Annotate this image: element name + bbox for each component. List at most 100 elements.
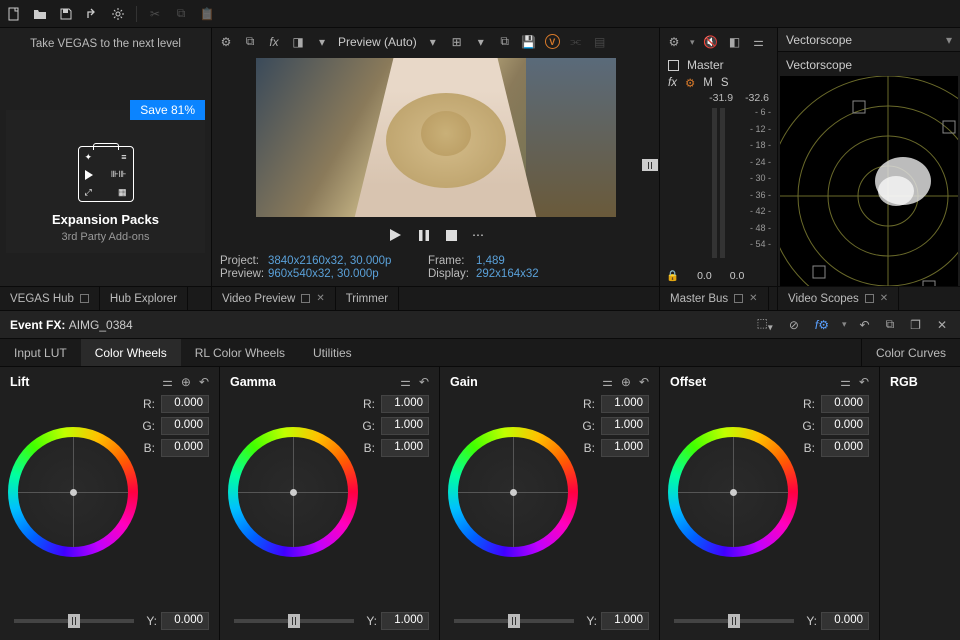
split-icon[interactable]: ◨ <box>290 34 306 50</box>
color-wheel[interactable] <box>668 427 798 557</box>
video-preview[interactable] <box>256 58 616 217</box>
target-icon[interactable]: ⊕ <box>181 375 191 389</box>
gear-icon[interactable] <box>110 6 126 22</box>
grid-icon[interactable]: ⊞ <box>449 34 465 50</box>
g-value[interactable]: 0.000 <box>161 417 209 435</box>
y-slider[interactable] <box>674 619 794 623</box>
fx-icon[interactable]: fx <box>668 77 677 89</box>
save-icon[interactable]: 💾 <box>521 34 537 50</box>
promo-card[interactable]: Save 81% ✦≡ ⊪⊪ ⤢▦ Expansion Packs 3rd Pa… <box>6 110 205 253</box>
r-value[interactable]: 1.000 <box>381 395 429 413</box>
tab-master-bus[interactable]: Master Bus✕ <box>660 287 769 310</box>
fx-blue-icon[interactable]: f⚙ <box>812 318 832 332</box>
tab-input-lut[interactable]: Input LUT <box>0 339 81 366</box>
scope-dropdown[interactable]: Vectorscope <box>786 33 852 47</box>
chevron-down-icon[interactable]: ▾ <box>946 33 952 47</box>
reset-icon[interactable]: ↶ <box>639 375 649 389</box>
tab-trimmer[interactable]: Trimmer <box>336 287 399 310</box>
solo-button[interactable]: S <box>721 77 729 89</box>
tab-color-wheels[interactable]: Color Wheels <box>81 339 181 366</box>
mute-icon[interactable]: 🔇 <box>703 34 719 50</box>
folder-open-icon[interactable] <box>32 6 48 22</box>
copy-icon[interactable]: ⧉ <box>497 34 513 50</box>
tab-rl-color-wheels[interactable]: RL Color Wheels <box>181 339 299 366</box>
gear-icon[interactable]: ⚙ <box>685 76 695 90</box>
close-icon[interactable]: ✕ <box>934 318 950 332</box>
tab-hub-explorer[interactable]: Hub Explorer <box>100 287 188 310</box>
b-value[interactable]: 1.000 <box>381 439 429 457</box>
tab-color-curves[interactable]: Color Curves <box>861 339 960 366</box>
y-value[interactable]: 0.000 <box>161 612 209 630</box>
chevron-down-icon[interactable]: ▾ <box>473 34 489 50</box>
reset-icon[interactable]: ↶ <box>419 375 429 389</box>
tab-utilities[interactable]: Utilities <box>299 339 366 366</box>
y-slider[interactable] <box>234 619 354 623</box>
fx-icon[interactable]: fx <box>266 34 282 50</box>
dim-icon[interactable]: ◧ <box>727 34 743 50</box>
share-icon[interactable] <box>84 6 100 22</box>
play-button[interactable] <box>387 227 403 243</box>
b-value[interactable]: 1.000 <box>601 439 649 457</box>
r-value[interactable]: 1.000 <box>601 395 649 413</box>
color-wheel[interactable] <box>8 427 138 557</box>
pin-icon[interactable] <box>301 294 310 303</box>
sliders-icon[interactable]: ⚌ <box>400 375 411 389</box>
sliders-icon[interactable]: ⚌ <box>751 34 767 50</box>
g-value[interactable]: 1.000 <box>601 417 649 435</box>
file-new-icon[interactable] <box>6 6 22 22</box>
close-icon[interactable]: ✕ <box>316 293 324 304</box>
pin-icon[interactable] <box>80 294 89 303</box>
preview-mode[interactable]: Preview (Auto) <box>338 35 417 49</box>
fader-handle[interactable] <box>642 159 658 171</box>
close-icon[interactable]: ✕ <box>749 293 757 304</box>
lock-icon[interactable]: 🔒 <box>666 269 679 282</box>
y-slider[interactable] <box>14 619 134 623</box>
external-icon[interactable]: ⧉ <box>242 34 258 50</box>
v-icon[interactable]: V <box>545 34 560 49</box>
pause-button[interactable] <box>417 228 431 242</box>
external-icon[interactable]: ⧉ <box>883 317 898 332</box>
wheel-gain: Gain ⚌ ⊕ ↶ R:1.000 G:1.000 B:1.000 Y:1.0… <box>440 367 660 640</box>
save-icon[interactable] <box>58 6 74 22</box>
more-icon[interactable]: ⋯ <box>472 228 484 242</box>
chevron-down-icon[interactable]: ▾ <box>314 34 330 50</box>
target-icon[interactable]: ⊕ <box>621 375 631 389</box>
sliders-icon[interactable]: ⚌ <box>840 375 851 389</box>
g-value[interactable]: 1.000 <box>381 417 429 435</box>
chevron-down-icon[interactable]: ▾ <box>425 34 441 50</box>
sliders-icon[interactable]: ⚌ <box>602 375 613 389</box>
promo-text: Take VEGAS to the next level <box>0 28 211 60</box>
curves-mode[interactable]: RGB <box>890 375 918 389</box>
stop-button[interactable] <box>445 229 458 242</box>
curves-cell: RGB <box>880 367 960 640</box>
b-value[interactable]: 0.000 <box>821 439 869 457</box>
tab-vegas-hub[interactable]: VEGAS Hub <box>0 287 100 310</box>
tab-video-preview[interactable]: Video Preview✕ <box>212 287 336 310</box>
reset-icon[interactable]: ↶ <box>199 375 209 389</box>
y-slider[interactable] <box>454 619 574 623</box>
mute-button[interactable]: M <box>703 77 713 89</box>
y-value[interactable]: 1.000 <box>601 612 649 630</box>
duplicate-icon[interactable]: ❐ <box>907 318 924 332</box>
y-value[interactable]: 0.000 <box>821 612 869 630</box>
pin-icon[interactable] <box>734 294 743 303</box>
close-icon[interactable]: ✕ <box>880 293 888 304</box>
undo-icon[interactable]: ↶ <box>857 318 873 332</box>
fx-chain-icon[interactable]: ⬚▾ <box>753 316 775 333</box>
sliders-icon[interactable]: ⚌ <box>162 375 173 389</box>
gear-icon[interactable]: ⚙ <box>666 34 682 50</box>
square-icon[interactable] <box>668 60 679 71</box>
meter-scale: - 6 - - 12 -- 18 - - 24 -- 30 - - 36 -- … <box>750 106 771 253</box>
r-value[interactable]: 0.000 <box>161 395 209 413</box>
g-value[interactable]: 0.000 <box>821 417 869 435</box>
r-value[interactable]: 0.000 <box>821 395 869 413</box>
tab-video-scopes[interactable]: Video Scopes✕ <box>778 287 899 310</box>
color-wheel[interactable] <box>228 427 358 557</box>
color-wheel[interactable] <box>448 427 578 557</box>
gear-icon[interactable]: ⚙ <box>218 34 234 50</box>
reset-icon[interactable]: ↶ <box>859 375 869 389</box>
bypass-icon[interactable]: ⊘ <box>786 318 802 332</box>
b-value[interactable]: 0.000 <box>161 439 209 457</box>
y-value[interactable]: 1.000 <box>381 612 429 630</box>
pin-icon[interactable] <box>865 294 874 303</box>
